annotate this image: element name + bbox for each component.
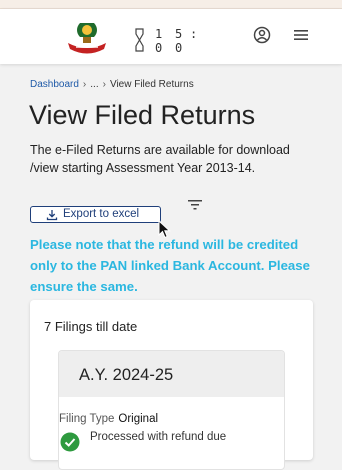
filing-status: Processed with refund due [90,431,227,443]
account-circle-icon[interactable] [252,25,272,45]
filings-card: 7 Filings till date A.Y. 2024-25 Filing … [30,300,313,470]
page-title: View Filed Returns [29,100,256,130]
breadcrumb-separator: › [82,79,87,90]
filter-icon[interactable] [187,198,203,212]
breadcrumb-dashboard[interactable]: Dashboard [30,79,79,90]
breadcrumb: Dashboard ›... › View Filed Returns [30,79,194,90]
filing-header: A.Y. 2024-25 [59,351,284,397]
filing-type-label: Filing Type [59,413,115,425]
breadcrumb-ellipsis[interactable]: ... [90,79,98,90]
hamburger-menu-icon[interactable] [291,25,311,45]
session-timer: 1 5 : 0 0 [133,25,203,55]
timer-digit: 1 [155,27,163,41]
breadcrumb-separator: › [102,79,106,90]
assessment-year: A.Y. 2024-25 [79,366,174,384]
site-header: 1 5 : 0 0 [0,9,342,64]
filing-type-row: Filing Type Original [59,413,158,425]
timer-digit: 0 [175,41,183,55]
export-label: Export to excel [63,208,140,220]
page-description: The e-Filed Returns are available for do… [30,143,290,175]
top-strip [0,0,342,9]
download-icon [46,210,58,221]
filings-count: 7 Filings till date [44,319,138,334]
mouse-cursor-icon [158,220,171,239]
timer-digit: 5 [175,27,183,41]
refund-notice: Please note that the refund will be cred… [30,237,310,294]
export-to-excel-button[interactable]: Export to excel [30,206,161,223]
check-circle-icon [60,432,80,452]
filing-item[interactable]: A.Y. 2024-25 Filing Type Original Process… [58,350,285,470]
timer-digit: 0 [155,41,163,55]
emblem-logo[interactable] [62,19,112,57]
breadcrumb-current: View Filed Returns [109,79,194,90]
hourglass-icon [135,28,144,52]
timer-separator: : [190,27,198,41]
filing-type-value: Original [118,413,159,425]
